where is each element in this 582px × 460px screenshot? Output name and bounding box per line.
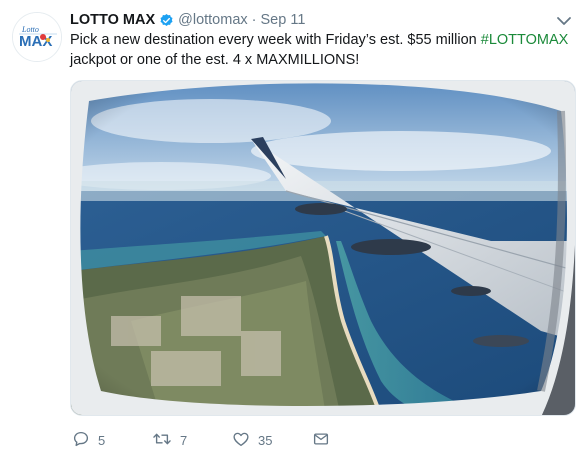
tweet-text-line2: jackpot or one of the est. 4 x MAXMILLIO… <box>70 52 360 68</box>
avatar[interactable]: Lotto MAX <box>12 12 62 62</box>
tweet-text-main: Pick a new destination every week with F… <box>70 32 481 48</box>
timestamp[interactable]: Sep 11 <box>261 12 306 28</box>
retweet-icon <box>152 430 172 451</box>
lotto-max-logo: Lotto MAX <box>13 13 61 61</box>
heart-icon <box>232 430 250 451</box>
reply-count: 5 <box>98 432 106 448</box>
envelope-icon <box>312 430 330 451</box>
retweet-button[interactable]: 7 <box>152 430 232 451</box>
reply-button[interactable]: 5 <box>72 430 152 451</box>
airplane-window-photo <box>71 81 575 415</box>
chevron-down-icon[interactable] <box>556 14 572 26</box>
separator: · <box>251 12 257 28</box>
handle[interactable]: @lottomax <box>178 12 248 28</box>
tweet-actions: 5 7 35 <box>72 428 330 452</box>
tweet-card[interactable]: Lotto MAX LOTTO MAX @lottomax · Sep 11 P… <box>0 0 582 460</box>
retweet-count: 7 <box>180 432 188 448</box>
hashtag-link[interactable]: #LOTTOMAX <box>481 32 569 48</box>
tweet-header: LOTTO MAX @lottomax · Sep 11 <box>70 10 305 30</box>
verified-badge-icon <box>159 13 174 28</box>
tweet-photo[interactable] <box>70 80 576 416</box>
display-name[interactable]: LOTTO MAX <box>70 12 155 28</box>
like-count: 35 <box>258 432 273 448</box>
comment-icon <box>72 430 90 451</box>
tweet-text: Pick a new destination every week with F… <box>70 30 570 70</box>
direct-message-button[interactable] <box>312 430 330 451</box>
like-button[interactable]: 35 <box>232 430 312 451</box>
